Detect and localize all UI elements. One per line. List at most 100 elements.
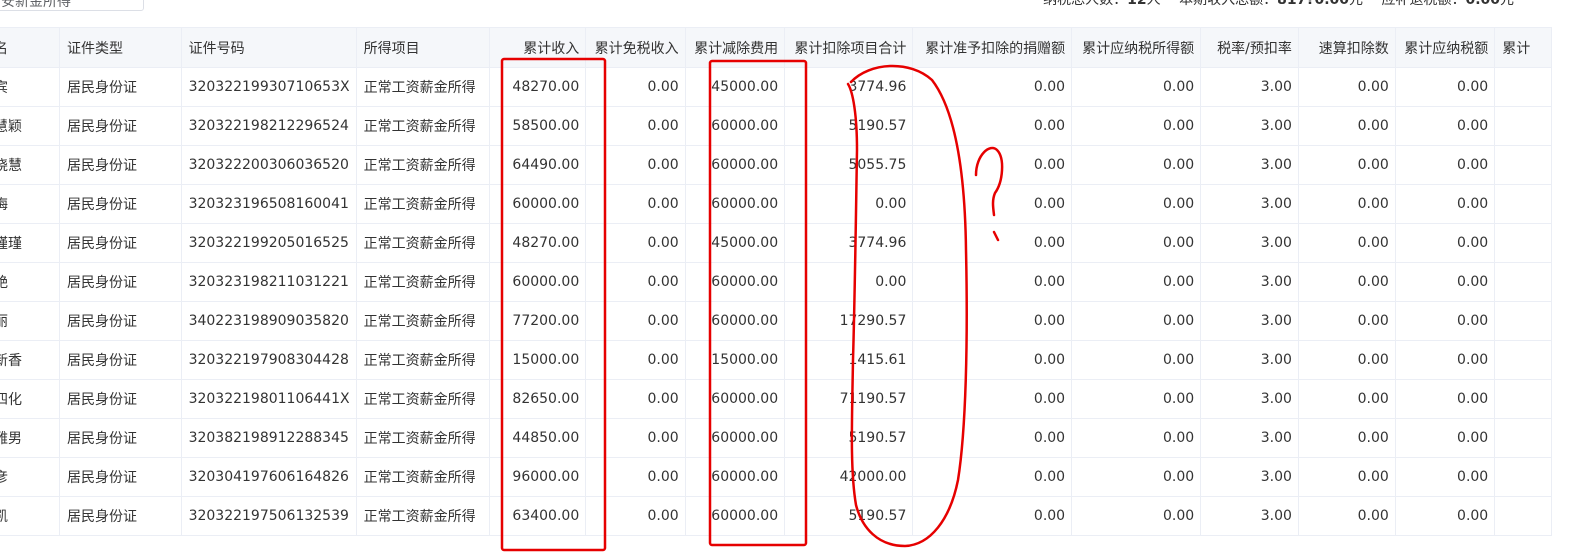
table-row[interactable]: 宋彦居民身份证320304197606164826正常工资薪金所得96000.0… (0, 457, 1552, 497)
cell-cum-donation: 0.00 (912, 223, 1073, 263)
col-header-cum-donation[interactable]: 累计准予扣除的捐赠额 (912, 27, 1073, 68)
table-row[interactable]: 吴艳居民身份证320323198211031221正常工资薪金所得60000.0… (0, 262, 1552, 302)
cell-name: 宋彦 (0, 457, 61, 497)
cell-cum-exempt: 0.00 (585, 340, 686, 380)
cell-id-type: 居民身份证 (59, 67, 182, 107)
col-header-id-number[interactable]: 证件号码 (180, 27, 357, 68)
cell-quick-deduction: 0.00 (1297, 262, 1396, 302)
table-row[interactable]: 吴雅男居民身份证320382198912288345正常工资薪金所得44850.… (0, 418, 1552, 458)
cell-tax-rate: 3.00 (1200, 418, 1299, 458)
col-header-quick-deduction[interactable]: 速算扣除数 (1297, 27, 1396, 68)
cell-cum-deduct-total: 0.00 (784, 262, 914, 302)
cell-name: 郭瑾瑾 (0, 223, 61, 263)
cell-cum-income: 60000.00 (488, 262, 587, 302)
table-row[interactable]: 张四化居民身份证32032219801106441X正常工资薪金所得82650.… (0, 379, 1552, 419)
cell-cum-more (1494, 457, 1552, 497)
col-header-cum-tax[interactable]: 累计应纳税额 (1394, 27, 1496, 68)
people-value: 12 (1127, 0, 1147, 8)
cell-tax-rate: 3.00 (1200, 301, 1299, 341)
col-header-income-item[interactable]: 所得项目 (355, 27, 490, 68)
cell-cum-income: 44850.00 (488, 418, 587, 458)
table-row[interactable]: 李晓慧居民身份证320322200306036520正常工资薪金所得64490.… (0, 145, 1552, 185)
cell-cum-exempt: 0.00 (585, 418, 686, 458)
col-header-cum-exempt[interactable]: 累计免税收入 (585, 27, 686, 68)
cell-cum-deduct-fee: 60000.00 (684, 457, 786, 497)
cell-quick-deduction: 0.00 (1297, 223, 1396, 263)
cell-name: 吴雅男 (0, 418, 61, 458)
cell-name: 张梅 (0, 184, 61, 224)
cell-cum-tax: 0.00 (1394, 496, 1496, 536)
cell-income-item: 正常工资薪金所得 (355, 145, 490, 185)
cell-cum-income: 96000.00 (488, 457, 587, 497)
cell-cum-deduct-fee: 60000.00 (684, 106, 786, 146)
col-header-cum-taxable[interactable]: 累计应纳税所得额 (1071, 27, 1202, 68)
table-row[interactable]: 李慧颖居民身份证320322198212296524正常工资薪金所得58500.… (0, 106, 1552, 146)
cell-cum-exempt: 0.00 (585, 106, 686, 146)
cell-id-type: 居民身份证 (59, 496, 182, 536)
cell-cum-deduct-total: 3774.96 (784, 223, 914, 263)
cell-name: 吴艳 (0, 262, 61, 302)
cell-cum-exempt: 0.00 (585, 145, 686, 185)
cell-cum-tax: 0.00 (1394, 301, 1496, 341)
cell-cum-exempt: 0.00 (585, 67, 686, 107)
cell-tax-rate: 3.00 (1200, 496, 1299, 536)
cell-cum-income: 77200.00 (488, 301, 587, 341)
cell-cum-taxable: 0.00 (1071, 379, 1202, 419)
cell-cum-tax: 0.00 (1394, 457, 1496, 497)
cell-income-item: 正常工资薪金所得 (355, 457, 490, 497)
cell-tax-rate: 3.00 (1200, 145, 1299, 185)
income-value: 817?0.00 (1277, 0, 1349, 8)
cell-id-number: 340223198909035820 (180, 301, 357, 341)
table-row[interactable]: 陈新香居民身份证320322197908304428正常工资薪金所得15000.… (0, 340, 1552, 380)
table-row[interactable]: 张梅居民身份证320323196508160041正常工资薪金所得60000.0… (0, 184, 1552, 224)
cell-cum-exempt: 0.00 (585, 496, 686, 536)
cell-cum-deduct-total: 42000.00 (784, 457, 914, 497)
cell-cum-donation: 0.00 (912, 418, 1073, 458)
cell-cum-exempt: 0.00 (585, 223, 686, 263)
cell-id-number: 32032219801106441X (180, 379, 357, 419)
cell-id-type: 居民身份证 (59, 340, 182, 380)
cell-cum-deduct-fee: 60000.00 (684, 496, 786, 536)
cell-id-type: 居民身份证 (59, 223, 182, 263)
cell-id-type: 居民身份证 (59, 457, 182, 497)
cell-cum-more (1494, 223, 1552, 263)
cell-quick-deduction: 0.00 (1297, 184, 1396, 224)
table-row[interactable]: 郑宾居民身份证32032219930710653X正常工资薪金所得48270.0… (0, 67, 1552, 107)
cell-cum-tax: 0.00 (1394, 106, 1496, 146)
search-input[interactable]: 安新金所得 (0, 0, 144, 11)
table-container[interactable]: 姓名 证件类型 证件号码 所得项目 累计收入 累计免税收入 累计减除费用 累计扣… (0, 27, 1552, 547)
col-header-cum-more[interactable]: 累计 (1494, 27, 1552, 68)
table-row[interactable]: 周凯居民身份证320322197506132539正常工资薪金所得63400.0… (0, 496, 1552, 536)
cell-quick-deduction: 0.00 (1297, 67, 1396, 107)
cell-cum-deduct-total: 5190.57 (784, 496, 914, 536)
cell-id-number: 320323196508160041 (180, 184, 357, 224)
cell-cum-more (1494, 262, 1552, 302)
cell-cum-donation: 0.00 (912, 184, 1073, 224)
cell-cum-deduct-fee: 45000.00 (684, 67, 786, 107)
cell-cum-donation: 0.00 (912, 67, 1073, 107)
col-header-tax-rate[interactable]: 税率/预扣率 (1200, 27, 1299, 68)
cell-income-item: 正常工资薪金所得 (355, 418, 490, 458)
cell-cum-more (1494, 340, 1552, 380)
cell-cum-taxable: 0.00 (1071, 145, 1202, 185)
table-row[interactable]: 郭瑾瑾居民身份证320322199205016525正常工资薪金所得48270.… (0, 223, 1552, 263)
cell-cum-income: 60000.00 (488, 184, 587, 224)
col-header-cum-deduct-fee[interactable]: 累计减除费用 (684, 27, 786, 68)
cell-cum-donation: 0.00 (912, 145, 1073, 185)
col-header-cum-deduct-total[interactable]: 累计扣除项目合计 (784, 27, 914, 68)
cell-tax-rate: 3.00 (1200, 340, 1299, 380)
cell-income-item: 正常工资薪金所得 (355, 340, 490, 380)
cell-id-number: 320322197506132539 (180, 496, 357, 536)
col-header-name[interactable]: 姓名 (0, 27, 61, 68)
col-header-id-type[interactable]: 证件类型 (59, 27, 182, 68)
table-row[interactable]: 曹丽居民身份证340223198909035820正常工资薪金所得77200.0… (0, 301, 1552, 341)
cell-name: 周凯 (0, 496, 61, 536)
cell-quick-deduction: 0.00 (1297, 106, 1396, 146)
cell-cum-donation: 0.00 (912, 106, 1073, 146)
cell-cum-tax: 0.00 (1394, 223, 1496, 263)
col-header-cum-income[interactable]: 累计收入 (488, 27, 587, 68)
cell-quick-deduction: 0.00 (1297, 457, 1396, 497)
cell-cum-donation: 0.00 (912, 457, 1073, 497)
refund-label: 应补退税额： (1381, 0, 1466, 8)
cell-quick-deduction: 0.00 (1297, 379, 1396, 419)
